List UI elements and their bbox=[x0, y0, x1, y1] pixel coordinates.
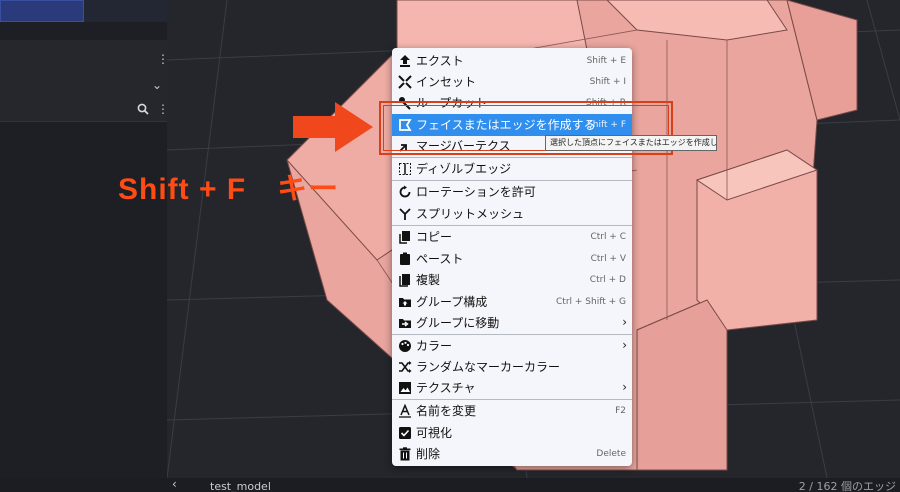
menu-item-label: 可視化 bbox=[416, 426, 453, 440]
menu-item-allow-rotation[interactable]: ローテーションを許可 bbox=[392, 181, 632, 203]
menu-item-shortcut: Shift + E bbox=[586, 56, 626, 66]
menu-item-rename[interactable]: 名前を変更 F2 bbox=[392, 400, 632, 422]
selected-row[interactable] bbox=[0, 0, 84, 22]
menu-item-inset[interactable]: インセット Shift + I bbox=[392, 71, 632, 93]
model-name: test_model bbox=[210, 480, 271, 492]
menu-item-move-to-group[interactable]: グループに移動 › bbox=[392, 312, 632, 334]
shuffle-icon bbox=[399, 361, 412, 373]
checkbox-checked-icon bbox=[399, 427, 411, 439]
paste-icon bbox=[400, 252, 410, 265]
menu-item-color[interactable]: カラー › bbox=[392, 335, 632, 357]
extrude-icon bbox=[400, 55, 410, 67]
menu-item-label: 名前を変更 bbox=[416, 404, 477, 418]
submenu-chevron-icon: › bbox=[622, 380, 627, 394]
palette-icon bbox=[399, 340, 411, 352]
menu-item-dissolve-edge[interactable]: ディゾルブエッジ bbox=[392, 158, 632, 180]
texture-icon bbox=[399, 382, 411, 394]
duplicate-icon bbox=[399, 274, 410, 287]
menu-item-label: ランダムなマーカーカラー bbox=[416, 360, 561, 374]
menu-item-shortcut: Ctrl + Shift + G bbox=[556, 297, 626, 307]
menu-item-shortcut: F2 bbox=[615, 406, 626, 416]
menu-item-visibility[interactable]: 可視化 bbox=[392, 422, 632, 444]
menu-item-label: カラー bbox=[416, 339, 453, 353]
menu-item-extrude[interactable]: エクスト Shift + E bbox=[392, 50, 632, 72]
shortcut-annotation: Shift + F キー bbox=[118, 173, 340, 206]
back-icon[interactable]: ‹ bbox=[172, 478, 177, 490]
selection-count: 2 / 162 個のエッジ bbox=[798, 480, 896, 492]
menu-item-paste[interactable]: ペースト Ctrl + V bbox=[392, 248, 632, 270]
menu-item-label: グループに移動 bbox=[416, 316, 500, 330]
dissolve-edge-icon bbox=[399, 163, 411, 175]
menu-item-label: グループ構成 bbox=[416, 295, 488, 309]
group-create-icon bbox=[399, 298, 411, 307]
menu-item-label: ペースト bbox=[416, 252, 464, 266]
group-move-icon bbox=[399, 319, 411, 328]
outliner-panel: ⋮ ⌄ ⋮ bbox=[0, 0, 169, 478]
chevron-down-icon[interactable]: ⌄ bbox=[152, 79, 162, 91]
menu-item-shortcut: Shift + I bbox=[589, 77, 626, 87]
menu-item-copy[interactable]: コピー Ctrl + C bbox=[392, 226, 632, 248]
outliner-header bbox=[0, 0, 167, 22]
menu-item-label: ディゾルブエッジ bbox=[416, 162, 512, 176]
menu-item-shortcut: Delete bbox=[596, 449, 626, 459]
menu-item-label: テクスチャ bbox=[416, 381, 476, 395]
menu-item-label: スプリットメッシュ bbox=[416, 207, 525, 221]
annotation-arrow bbox=[293, 102, 373, 152]
menu-item-label: コピー bbox=[416, 230, 453, 244]
menu-item-label: エクスト bbox=[416, 54, 464, 68]
menu-item-label: 複製 bbox=[416, 273, 441, 287]
search-icon[interactable] bbox=[137, 103, 149, 115]
menu-item-label: インセット bbox=[416, 75, 477, 89]
menu-item-shortcut: Ctrl + V bbox=[590, 254, 626, 264]
menu-item-delete[interactable]: 削除 Delete bbox=[392, 443, 632, 465]
menu-item-duplicate[interactable]: 複製 Ctrl + D bbox=[392, 269, 632, 291]
rotation-icon bbox=[399, 185, 411, 198]
menu-item-label: ローテーションを許可 bbox=[416, 185, 536, 199]
copy-icon bbox=[399, 231, 410, 244]
menu-item-shortcut: Ctrl + C bbox=[590, 232, 626, 242]
menu-item-random-marker-color[interactable]: ランダムなマーカーカラー bbox=[392, 356, 632, 378]
menu-item-label: 削除 bbox=[416, 447, 441, 461]
menu-item-shortcut: Ctrl + D bbox=[589, 275, 626, 285]
submenu-chevron-icon: › bbox=[622, 338, 627, 352]
split-mesh-icon bbox=[399, 208, 411, 220]
menu-item-texture[interactable]: テクスチャ › bbox=[392, 377, 632, 399]
menu-item-split-mesh[interactable]: スプリットメッシュ bbox=[392, 203, 632, 225]
rename-icon bbox=[399, 404, 411, 418]
tooltip: 選択した頂点にフェイスまたはエッジを作成します bbox=[545, 135, 717, 151]
status-bar: ‹ test_model 2 / 162 個のエッジ bbox=[0, 478, 900, 492]
inset-icon bbox=[398, 75, 412, 89]
menu-item-group-create[interactable]: グループ構成 Ctrl + Shift + G bbox=[392, 291, 632, 313]
trash-icon bbox=[399, 447, 411, 461]
submenu-chevron-icon: › bbox=[622, 315, 627, 329]
